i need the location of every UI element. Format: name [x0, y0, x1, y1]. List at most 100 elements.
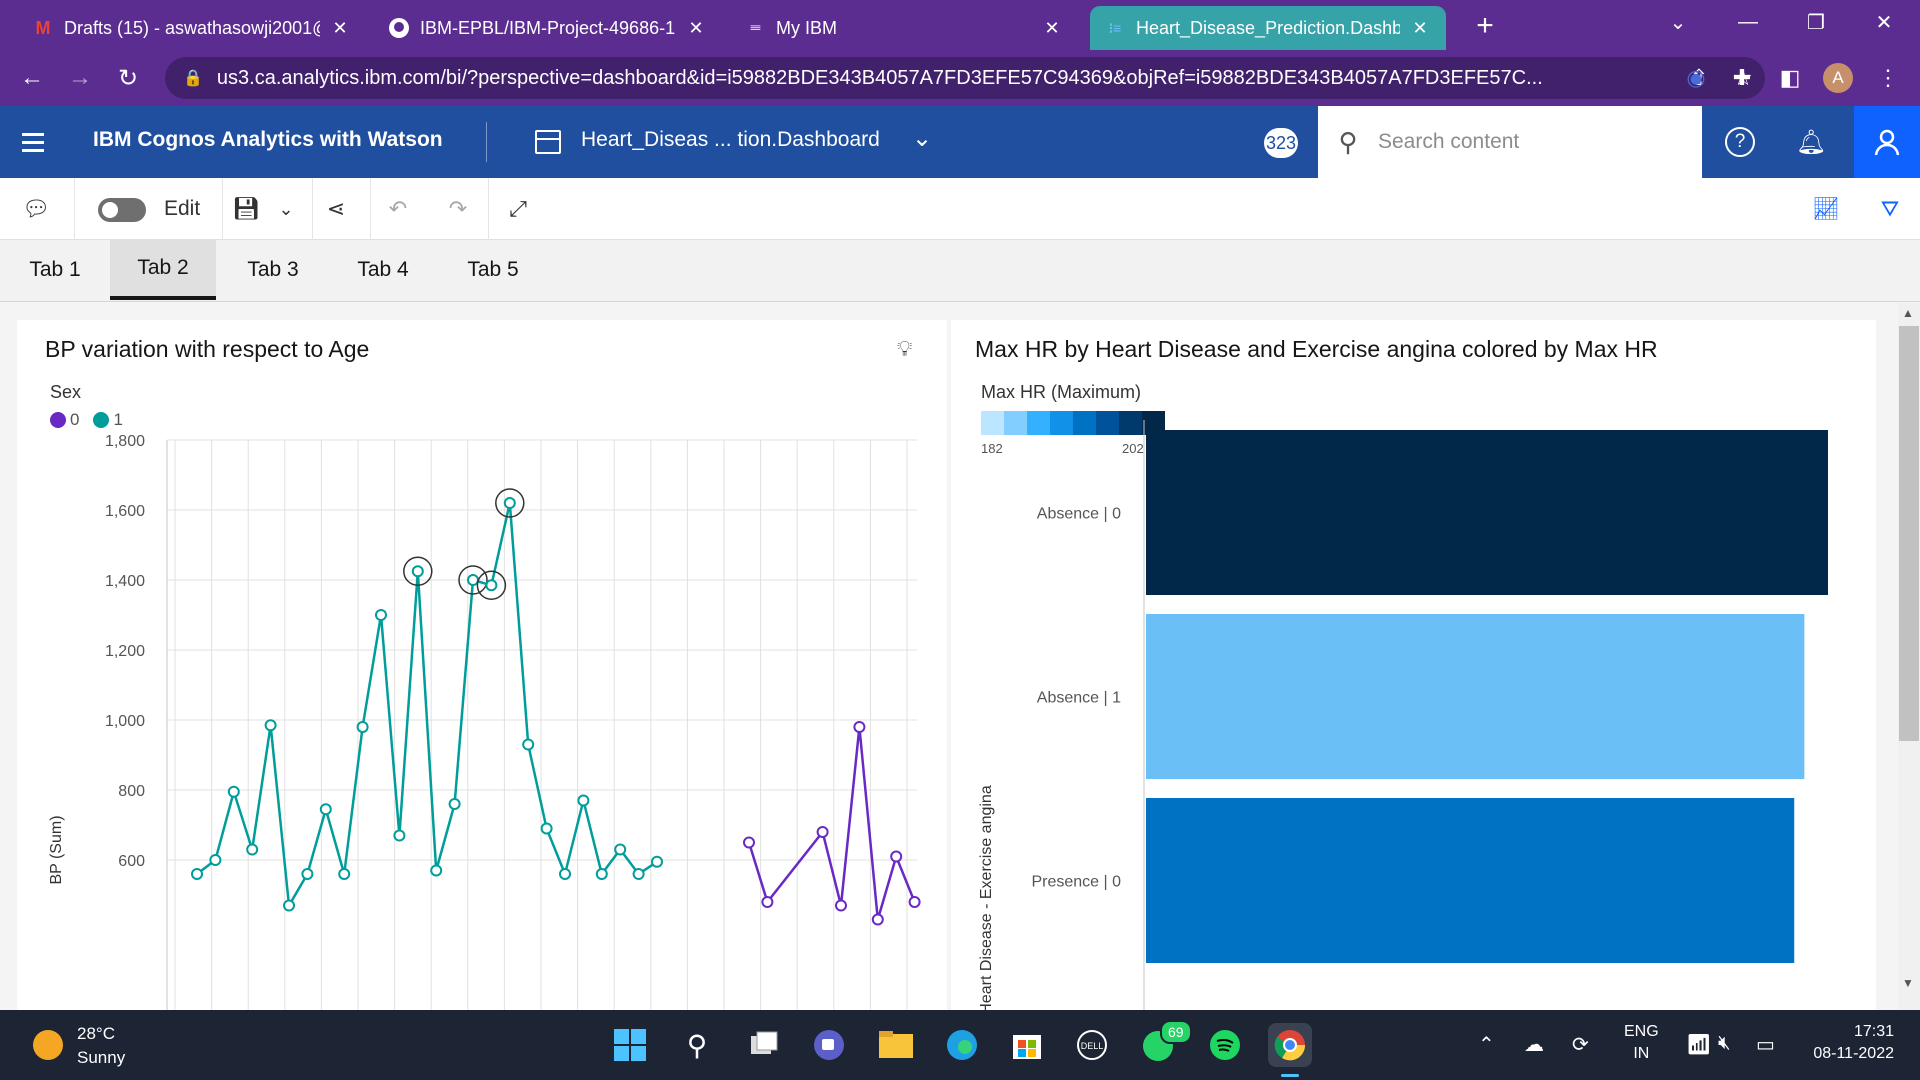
minimize-button[interactable]: —	[1720, 0, 1776, 44]
tab-5[interactable]: Tab 5	[436, 240, 550, 300]
address-bar[interactable]: 🔒 us3.ca.analytics.ibm.com/bi/?perspecti…	[165, 57, 1765, 99]
wifi-icon[interactable]: 📶︎	[1686, 1032, 1711, 1057]
data-point	[835, 899, 847, 912]
share-icon[interactable]: ⋖	[318, 192, 354, 226]
y-tick-label: 1,800	[105, 433, 145, 450]
close-tab-icon[interactable]: ✕	[684, 18, 708, 39]
edit-toggle[interactable]	[98, 198, 146, 222]
scrollbar-thumb[interactable]	[1899, 326, 1919, 741]
bar	[1146, 614, 1805, 779]
data-point	[614, 843, 627, 856]
teams-chat-icon[interactable]	[807, 1023, 851, 1067]
search-icon[interactable]: ⚲	[675, 1023, 719, 1067]
close-tab-icon[interactable]: ✕	[1408, 18, 1432, 39]
data-point	[743, 836, 755, 849]
new-tab-button[interactable]: +	[1465, 6, 1505, 46]
chevron-up-icon[interactable]: ⌃	[1478, 1032, 1495, 1057]
forward-button[interactable]: →	[60, 58, 100, 98]
dashboard-name[interactable]: Heart_Diseas ... tion.Dashboard	[581, 128, 880, 152]
scroll-down-icon[interactable]: ▼	[1902, 976, 1914, 990]
y-tick-label: 1,600	[105, 503, 145, 520]
category-label: Absence | 1	[1037, 690, 1121, 707]
browser-tab-strip: M Drafts (15) - aswathasowji2001@ ✕ IBM-…	[0, 0, 1920, 50]
tab-3[interactable]: Tab 3	[216, 240, 330, 300]
back-button[interactable]: ←	[12, 58, 52, 98]
chevron-down-icon[interactable]: ⌄	[912, 124, 932, 153]
browser-tab-title: Drafts (15) - aswathasowji2001@	[64, 17, 320, 38]
task-view-icon[interactable]	[742, 1023, 786, 1067]
reload-button[interactable]: ↻	[108, 58, 148, 98]
close-window-button[interactable]: ✕	[1856, 0, 1912, 44]
restore-button[interactable]: ❐	[1788, 0, 1844, 44]
close-tab-icon[interactable]: ✕	[1040, 18, 1064, 39]
volume-muted-icon[interactable]: 🔇︎	[1718, 1032, 1731, 1055]
data-point	[871, 913, 884, 926]
browser-tab-title: Heart_Disease_Prediction.Dashbo	[1136, 17, 1400, 38]
bell-icon[interactable]: 🔔︎	[1793, 124, 1829, 160]
series-line-1	[196, 502, 658, 910]
insights-icon[interactable]: 📈︎	[1808, 192, 1844, 226]
battery-icon[interactable]: ▭	[1756, 1032, 1775, 1057]
tab-4[interactable]: Tab 4	[330, 240, 436, 300]
search-placeholder: Search content	[1378, 130, 1520, 153]
help-icon[interactable]: ?	[1725, 127, 1755, 157]
undo-icon[interactable]: ↶	[380, 192, 416, 226]
weather-sun-icon[interactable]	[33, 1030, 63, 1060]
line-chart-widget[interactable]: BP variation with respect to Age 💡︎ Sex …	[17, 320, 947, 1010]
user-icon[interactable]	[1854, 106, 1920, 178]
weather-text[interactable]: Sunny	[77, 1048, 125, 1068]
data-point	[522, 738, 535, 751]
dashboard-canvas: BP variation with respect to Age 💡︎ Sex …	[0, 303, 1920, 1010]
tab-2[interactable]: Tab 2	[110, 240, 216, 300]
extension-icon[interactable]: ◉	[1676, 58, 1716, 98]
browser-tab-myibm[interactable]: ≡≡ My IBM ✕	[730, 6, 1078, 50]
dell-icon[interactable]: DELL	[1070, 1023, 1114, 1067]
github-icon	[388, 17, 410, 39]
microsoft-store-icon[interactable]	[1005, 1023, 1049, 1067]
browser-tab-github[interactable]: IBM-EPBL/IBM-Project-49686-16 ✕	[374, 6, 722, 50]
y-axis-label: BP (Sum)	[48, 815, 65, 884]
close-tab-icon[interactable]: ✕	[328, 18, 352, 39]
comment-icon[interactable]: 💬︎	[18, 192, 54, 226]
save-icon[interactable]: 💾︎	[228, 192, 264, 226]
edge-browser-icon[interactable]	[940, 1023, 984, 1067]
ibm-icon: ≡≡	[750, 22, 761, 34]
clock[interactable]: 17:31 08-11-2022	[1800, 1023, 1894, 1063]
filter-icon[interactable]: ⛛	[1872, 192, 1908, 226]
language-indicator[interactable]: ENG IN	[1624, 1023, 1659, 1063]
data-point	[577, 794, 590, 807]
search-icon: ⚲	[1338, 126, 1358, 157]
tab-search-icon[interactable]: ⌄	[1650, 0, 1706, 44]
spotify-icon[interactable]	[1203, 1023, 1247, 1067]
notification-count-badge[interactable]: 323	[1264, 128, 1298, 158]
windows-start-icon[interactable]	[608, 1023, 652, 1067]
redo-icon[interactable]: ↷	[440, 192, 476, 226]
chrome-icon[interactable]	[1268, 1023, 1312, 1067]
extensions-puzzle-icon[interactable]: ✚	[1722, 58, 1762, 98]
hamburger-menu-icon[interactable]	[18, 128, 48, 158]
toolbar-divider	[74, 178, 75, 240]
search-input[interactable]: ⚲ Search content	[1318, 106, 1702, 178]
weather-temp[interactable]: 28°C	[77, 1024, 115, 1044]
fullscreen-icon[interactable]: ⤢	[500, 192, 536, 226]
data-point	[430, 864, 443, 877]
bar-chart-widget[interactable]: Max HR by Heart Disease and Exercise ang…	[951, 320, 1876, 1010]
clock-date: 08-11-2022	[1813, 1045, 1894, 1062]
scroll-up-icon[interactable]: ▲	[1902, 306, 1914, 320]
tab-1[interactable]: Tab 1	[0, 240, 110, 300]
onedrive-cloud-icon[interactable]: ☁	[1524, 1032, 1544, 1057]
profile-avatar[interactable]: A	[1823, 63, 1853, 93]
data-point	[375, 609, 387, 621]
data-point	[761, 896, 774, 908]
header-divider	[486, 122, 487, 162]
browser-tab-cognos[interactable]: ⁝≡ Heart_Disease_Prediction.Dashbo ✕	[1090, 6, 1446, 50]
browser-tab-gmail[interactable]: M Drafts (15) - aswathasowji2001@ ✕	[18, 6, 366, 50]
data-point	[209, 854, 222, 866]
sync-icon[interactable]: ⟳	[1572, 1032, 1589, 1057]
data-point	[890, 850, 903, 863]
dashboard-icon	[535, 130, 561, 154]
browser-menu-icon[interactable]: ⋮	[1868, 58, 1908, 98]
file-explorer-icon[interactable]	[874, 1023, 918, 1067]
save-options-chevron-icon[interactable]: ⌄	[268, 192, 304, 226]
side-panel-icon[interactable]: ◧	[1770, 58, 1810, 98]
